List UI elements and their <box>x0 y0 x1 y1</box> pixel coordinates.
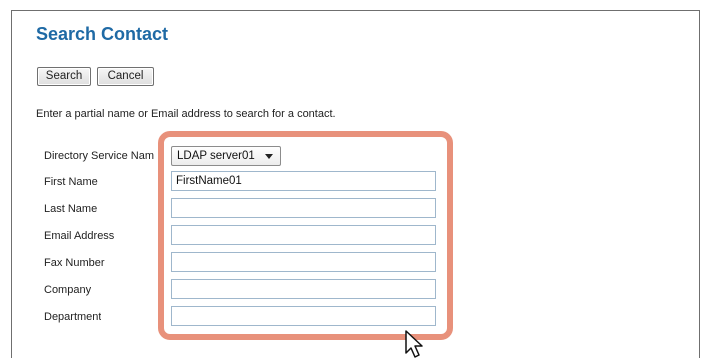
chevron-down-icon <box>265 154 273 159</box>
fax-number-field[interactable] <box>171 252 436 272</box>
directory-service-value: LDAP server01 <box>177 150 255 162</box>
page-title: Search Contact <box>36 24 169 44</box>
search-button[interactable]: Search <box>37 67 91 86</box>
mouse-pointer-icon <box>405 330 423 358</box>
department-label: Department <box>44 311 102 323</box>
cancel-button[interactable]: Cancel <box>97 67 154 86</box>
directory-service-label: Directory Service Nam <box>44 150 155 162</box>
last-name-label: Last Name <box>44 203 98 215</box>
company-label: Company <box>44 284 92 296</box>
first-name-label: First Name <box>44 176 98 188</box>
instructions-text: Enter a partial name or Email address to… <box>36 108 336 120</box>
email-address-field[interactable] <box>171 225 436 245</box>
fax-number-label: Fax Number <box>44 257 105 269</box>
last-name-field[interactable] <box>171 198 436 218</box>
email-address-label: Email Address <box>44 230 115 242</box>
first-name-field[interactable] <box>171 171 436 191</box>
directory-service-select[interactable]: LDAP server01 <box>171 146 281 166</box>
department-field[interactable] <box>171 306 436 326</box>
company-field[interactable] <box>171 279 436 299</box>
